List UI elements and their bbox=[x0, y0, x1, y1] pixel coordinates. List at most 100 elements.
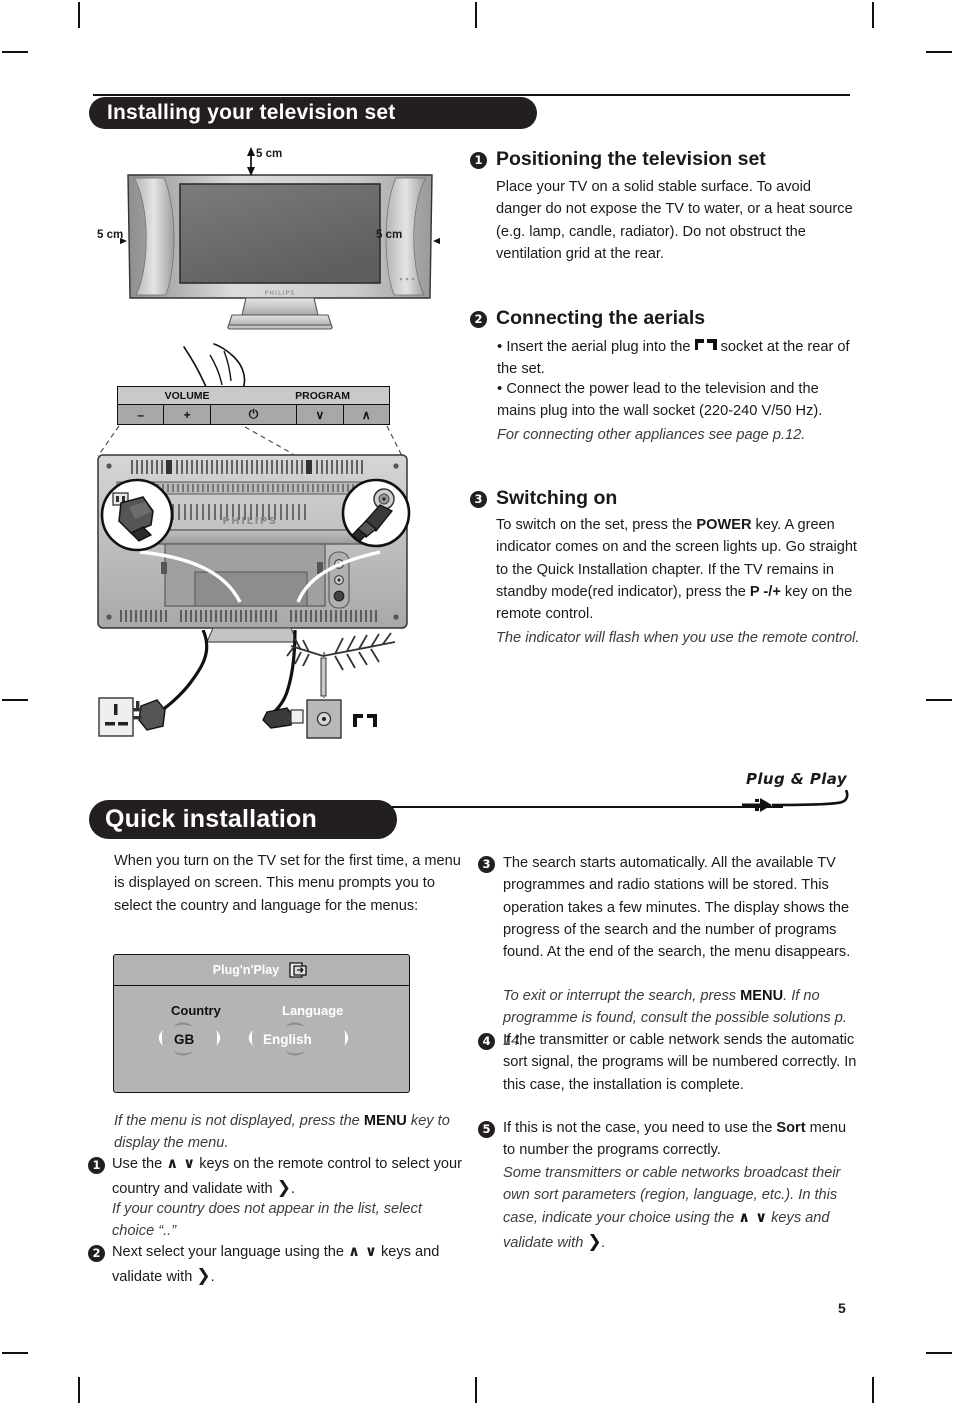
menu-key-label: MENU bbox=[363, 1113, 407, 1129]
quick-step-3-marker: 3 bbox=[478, 856, 495, 873]
section1-banner: Installing your television set bbox=[89, 97, 537, 129]
quick-step-5-marker: 5 bbox=[478, 1121, 495, 1138]
svg-text:PHILIPS: PHILIPS bbox=[222, 516, 277, 527]
aerial-socket-icon bbox=[694, 339, 717, 352]
quick-step-5-validate-icon: ❯ bbox=[587, 1231, 602, 1252]
crop-mark-top-right bbox=[872, 2, 874, 28]
crop-mark-right-bottom bbox=[926, 1352, 952, 1354]
menu-display-note-part-1: If the menu is not displayed, press the bbox=[114, 1113, 364, 1129]
power-key-label: POWER bbox=[696, 517, 752, 533]
quick-step-2-body: Next select your language using the ∧ ∨ … bbox=[112, 1241, 464, 1289]
country-down-arrow-icon[interactable] bbox=[172, 1049, 194, 1059]
control-panel-labels: VOLUME PROGRAM bbox=[118, 387, 389, 405]
crop-mark-bottom-center bbox=[475, 1377, 477, 1403]
menu-language-label: Language bbox=[282, 1003, 344, 1018]
program-up-button[interactable]: ∧ bbox=[343, 405, 390, 424]
menu-country-value[interactable]: GB bbox=[174, 1032, 194, 1047]
crop-mark-bottom-left bbox=[78, 1377, 80, 1403]
quick-step-2-part-1: Next select your language using the bbox=[112, 1244, 349, 1260]
quick-step-1-validate-icon: ❯ bbox=[276, 1178, 291, 1199]
language-up-arrow-icon[interactable] bbox=[284, 1019, 306, 1029]
section2-banner: Quick installation bbox=[89, 800, 397, 839]
quick-step-4-marker: 4 bbox=[478, 1033, 495, 1050]
power-button[interactable]: ⏻ bbox=[210, 405, 298, 424]
language-down-arrow-icon[interactable] bbox=[284, 1049, 306, 1059]
step-2-bullet-1-text-a: Insert the aerial plug into the bbox=[506, 339, 691, 355]
crop-mark-left-bottom bbox=[2, 1352, 28, 1354]
callout-aerial-connector bbox=[340, 477, 412, 549]
svg-text:PHILIPS: PHILIPS bbox=[265, 290, 296, 297]
quick-step-1-note: If your country does not appear in the l… bbox=[112, 1201, 422, 1240]
volume-label: VOLUME bbox=[164, 389, 210, 402]
section1-title: Installing your television set bbox=[107, 101, 396, 124]
step-3-body-part-1: To switch on the set, press the bbox=[496, 517, 697, 533]
quick-step-2-marker: 2 bbox=[88, 1245, 105, 1262]
quick-install-intro: When you turn on the TV set for the firs… bbox=[114, 853, 461, 914]
dimension-right: 5 cm bbox=[376, 229, 403, 241]
manual-page: Installing your television set PHILIPS 5… bbox=[0, 0, 954, 1405]
quick-step-1-marker: 1 bbox=[88, 1157, 105, 1174]
menu-header: Plug'n'Play bbox=[114, 955, 409, 986]
plug-n-play-menu-screenshot: Plug'n'Play Country Language GB English bbox=[113, 954, 410, 1093]
quick-step-5-part-1: If this is not the case, you need to use… bbox=[503, 1120, 777, 1136]
menu-body: Country Language GB English bbox=[114, 986, 409, 1092]
quick-step-3-menu-key: MENU bbox=[740, 988, 784, 1004]
plug-n-play-menu-icon bbox=[289, 962, 307, 978]
crop-mark-bottom-right bbox=[872, 1377, 874, 1403]
step-2-marker: 2 bbox=[470, 311, 487, 328]
crop-mark-right-top bbox=[926, 51, 952, 53]
dimension-top: 5 cm bbox=[256, 148, 283, 160]
quick-step-5-body: If this is not the case, you need to use… bbox=[503, 1117, 859, 1162]
step-1-marker: 1 bbox=[470, 152, 487, 169]
quick-step-1-part-1: Use the bbox=[112, 1156, 167, 1172]
country-right-arrow-icon[interactable] bbox=[214, 1030, 225, 1046]
p-key-label: P -/+ bbox=[749, 583, 781, 600]
step-2-bullet-2: • Connect the power lead to the televisi… bbox=[497, 380, 823, 420]
step-2-bullet-1: • Insert the aerial plug into the socket… bbox=[497, 338, 850, 378]
step-3-marker: 3 bbox=[470, 491, 487, 508]
control-panel-buttons: – + ⏻ ∨ ∧ bbox=[118, 405, 390, 424]
program-down-button[interactable]: ∨ bbox=[297, 405, 344, 424]
quick-step-4-body: If the transmitter or cable network send… bbox=[503, 1032, 857, 1093]
plug-and-play-label: Plug & Play bbox=[746, 770, 848, 788]
dimension-left: 5 cm bbox=[97, 229, 124, 241]
step-2-bullet-2-text: Connect the power lead to the television… bbox=[497, 381, 823, 420]
quick-step-2-validate-icon: ❯ bbox=[196, 1266, 211, 1287]
volume-up-button[interactable]: + bbox=[164, 405, 211, 424]
step-2-note: For connecting other appliances see page… bbox=[497, 427, 806, 443]
callout-power-connector bbox=[99, 477, 175, 553]
step-3-heading: Switching on bbox=[496, 487, 618, 509]
quick-step-1-part-3: . bbox=[290, 1181, 295, 1198]
crop-mark-top-left bbox=[78, 2, 80, 28]
language-left-arrow-icon[interactable] bbox=[244, 1030, 255, 1046]
language-right-arrow-icon[interactable] bbox=[342, 1030, 353, 1046]
quick-step-2-part-3: . bbox=[210, 1269, 215, 1286]
menu-language-value[interactable]: English bbox=[263, 1032, 312, 1047]
crop-mark-right-middle bbox=[926, 699, 952, 701]
program-label: PROGRAM bbox=[295, 389, 351, 402]
step-1-body: Place your TV on a solid stable surface.… bbox=[496, 179, 853, 262]
country-left-arrow-icon[interactable] bbox=[154, 1030, 165, 1046]
country-up-arrow-icon[interactable] bbox=[172, 1019, 194, 1029]
crop-mark-top-center bbox=[475, 2, 477, 28]
quick-step-1-body: Use the ∧ ∨ keys on the remote control t… bbox=[112, 1153, 464, 1201]
menu-title: Plug'n'Play bbox=[212, 963, 280, 977]
quick-step-3-body: The search starts automatically. All the… bbox=[503, 855, 851, 961]
step-3-note: The indicator will flash when you use th… bbox=[496, 630, 860, 646]
section2-title: Quick installation bbox=[105, 805, 317, 833]
section1-top-rule bbox=[93, 94, 850, 96]
volume-down-button[interactable]: – bbox=[118, 405, 165, 424]
tv-front-diagram: PHILIPS bbox=[120, 145, 440, 340]
menu-display-note: If the menu is not displayed, press the … bbox=[114, 1110, 464, 1155]
page-number: 5 bbox=[838, 1300, 846, 1316]
quick-step-5-note-part-3: . bbox=[601, 1234, 606, 1251]
menu-country-label: Country bbox=[171, 1003, 221, 1018]
quick-step-2-keys-icon: ∧ ∨ bbox=[348, 1243, 377, 1260]
sort-menu-key: Sort bbox=[776, 1120, 806, 1136]
quick-step-1-keys-icon: ∧ ∨ bbox=[166, 1155, 196, 1172]
plug-and-play-logo: Plug & Play bbox=[742, 770, 852, 820]
step-2-heading: Connecting the aerials bbox=[496, 307, 706, 329]
connection-routing-diagram bbox=[95, 630, 445, 758]
step-3-body: To switch on the set, press the POWER ke… bbox=[496, 514, 860, 626]
step-1-heading: Positioning the television set bbox=[496, 148, 766, 170]
